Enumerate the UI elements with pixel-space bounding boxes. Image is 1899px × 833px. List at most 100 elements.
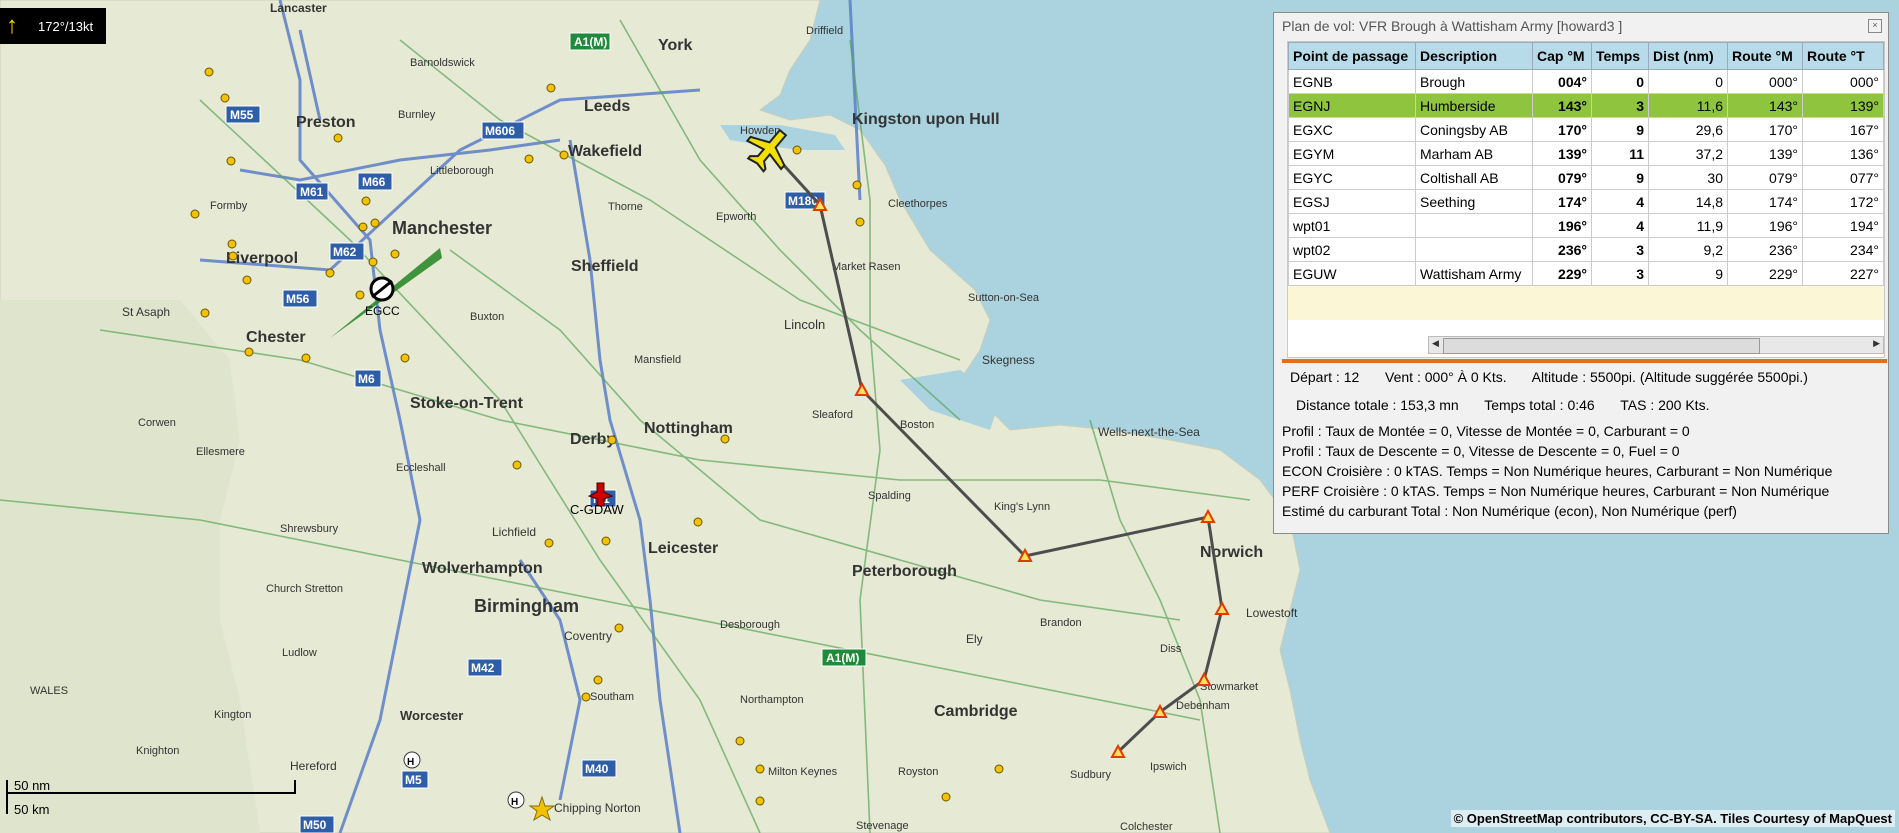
svg-text:M6: M6	[358, 372, 375, 386]
time: 3	[1591, 237, 1649, 262]
table-row[interactable]: EGYM Marham AB 139° 11 37,2 139° 136°	[1288, 141, 1884, 166]
col-header[interactable]: Dist (nm)	[1648, 42, 1728, 70]
col-header[interactable]: Route °T	[1802, 42, 1884, 70]
waypoint-desc: Marham AB	[1415, 141, 1533, 166]
place-label: Boston	[900, 419, 934, 431]
route-true: 136°	[1802, 141, 1884, 166]
table-row[interactable]: wpt01 196° 4 11,9 196° 194°	[1288, 213, 1884, 238]
total-time: Temps total : 0:46	[1484, 397, 1595, 413]
place-label: Liverpool	[226, 250, 298, 267]
waypoint-desc	[1415, 237, 1533, 262]
heading: 174°	[1532, 189, 1592, 214]
place-label: Thorne	[608, 201, 643, 213]
table-row-selected[interactable]: EGNJ Humberside 143° 3 11,6 143° 139°	[1288, 93, 1884, 118]
place-label: Desborough	[720, 619, 780, 631]
place-label: Colchester	[1120, 821, 1173, 833]
route-true: 234°	[1802, 237, 1884, 262]
table-row[interactable]: wpt02 236° 3 9,2 236° 234°	[1288, 237, 1884, 262]
heading: 004°	[1532, 69, 1592, 94]
col-header[interactable]: Route °M	[1727, 42, 1803, 70]
distance: 37,2	[1648, 141, 1728, 166]
place-label: Brandon	[1040, 617, 1082, 629]
col-header[interactable]: Cap °M	[1532, 42, 1592, 70]
col-header[interactable]: Description	[1415, 42, 1533, 70]
place-label: Mansfield	[634, 354, 681, 366]
place-label: Epworth	[716, 211, 756, 223]
wind-indicator: ↑ 172°/13kt	[0, 8, 106, 44]
place-label: Southam	[590, 691, 634, 703]
route-mag: 196°	[1727, 213, 1803, 238]
place-label: Hereford	[290, 759, 337, 773]
distance: 0	[1648, 69, 1728, 94]
flight-plan-panel: Plan de vol: VFR Brough à Wattisham Army…	[1273, 12, 1889, 534]
road-shield: M56	[282, 289, 318, 308]
place-label: Littleborough	[430, 165, 494, 177]
heading: 236°	[1532, 237, 1592, 262]
place-label: Chipping Norton	[554, 801, 641, 815]
close-icon[interactable]: ×	[1868, 19, 1882, 33]
heading: 229°	[1532, 261, 1592, 286]
table-row[interactable]: EGUW Wattisham Army 229° 3 9 229° 227°	[1288, 261, 1884, 286]
place-label: Birmingham	[474, 596, 579, 616]
time: 0	[1591, 69, 1649, 94]
total-distance: Distance totale : 153,3 mn	[1296, 397, 1459, 413]
place-label: Knighton	[136, 745, 179, 757]
waypoint-id: EGSJ	[1288, 189, 1416, 214]
waypoint-desc: Coningsby AB	[1415, 117, 1533, 142]
place-label: Norwich	[1200, 544, 1263, 561]
perf-cruise: PERF Croisière : 0 kTAS. Temps = Non Num…	[1282, 483, 1830, 499]
time: 9	[1591, 117, 1649, 142]
road-shield: M50	[299, 815, 335, 833]
col-header[interactable]: Temps	[1591, 42, 1649, 70]
tas-value: TAS : 200 Kts.	[1620, 397, 1710, 413]
table-row[interactable]: EGSJ Seething 174° 4 14,8 174° 172°	[1288, 189, 1884, 214]
place-label: WALES	[30, 685, 68, 697]
table-row[interactable]: EGYC Coltishall AB 079° 9 30 079° 077°	[1288, 165, 1884, 190]
waypoint-id: EGXC	[1288, 117, 1416, 142]
waypoint-desc: Humberside	[1415, 93, 1533, 118]
scale-km-label: 50 km	[14, 802, 50, 817]
place-label: Debenham	[1176, 700, 1230, 712]
econ-cruise: ECON Croisière : 0 kTAS. Temps = Non Num…	[1282, 463, 1833, 479]
flight-summary: Départ : 12 Vent : 000° À 0 Kts. Altitud…	[1282, 367, 1882, 521]
route-true: 172°	[1802, 189, 1884, 214]
road-shield: M62	[329, 242, 365, 261]
scroll-right-icon[interactable]: ▶	[1873, 338, 1880, 349]
place-label: King's Lynn	[994, 501, 1050, 513]
route-true: 194°	[1802, 213, 1884, 238]
heliport-icon: H	[403, 751, 421, 769]
place-label: Leicester	[648, 540, 718, 557]
wind-label: 172°/13kt	[38, 18, 94, 34]
time: 4	[1591, 189, 1649, 214]
place-label: Sudbury	[1070, 769, 1111, 781]
distance: 9,2	[1648, 237, 1728, 262]
table-row[interactable]: EGNB Brough 004° 0 0 000° 000°	[1288, 69, 1884, 94]
place-label: Lincoln	[784, 317, 825, 332]
horizontal-scrollbar[interactable]: ◀ ▶	[1428, 336, 1884, 354]
place-label: Sutton-on-Sea	[968, 292, 1040, 304]
svg-text:M5: M5	[405, 773, 422, 787]
place-label: Nottingham	[644, 420, 733, 437]
svg-text:M606: M606	[485, 124, 515, 138]
scale-bar: 50 nm 50 km	[6, 772, 296, 822]
place-label: Diss	[1160, 643, 1182, 655]
place-label: Royston	[898, 766, 938, 778]
place-label: Milton Keynes	[768, 766, 838, 778]
distance: 14,8	[1648, 189, 1728, 214]
waypoint-grid: Point de passage Description Cap °M Temp…	[1287, 41, 1885, 358]
col-header[interactable]: Point de passage	[1288, 42, 1416, 70]
scroll-left-icon[interactable]: ◀	[1432, 338, 1439, 349]
place-label: Spalding	[868, 490, 911, 502]
place-label: Market Rasen	[832, 261, 900, 273]
time: 3	[1591, 93, 1649, 118]
table-row[interactable]: EGXC Coningsby AB 170° 9 29,6 170° 167°	[1288, 117, 1884, 142]
heading: 143°	[1532, 93, 1592, 118]
place-label: Wolverhampton	[422, 560, 543, 577]
scrollbar-thumb[interactable]	[1443, 338, 1760, 354]
place-label: Sleaford	[812, 409, 853, 421]
wind-arrow-icon: ↑	[6, 12, 18, 39]
route-true: 139°	[1802, 93, 1884, 118]
place-label: Manchester	[392, 218, 492, 238]
place-label: Shrewsbury	[280, 523, 339, 535]
svg-text:M62: M62	[333, 245, 357, 259]
